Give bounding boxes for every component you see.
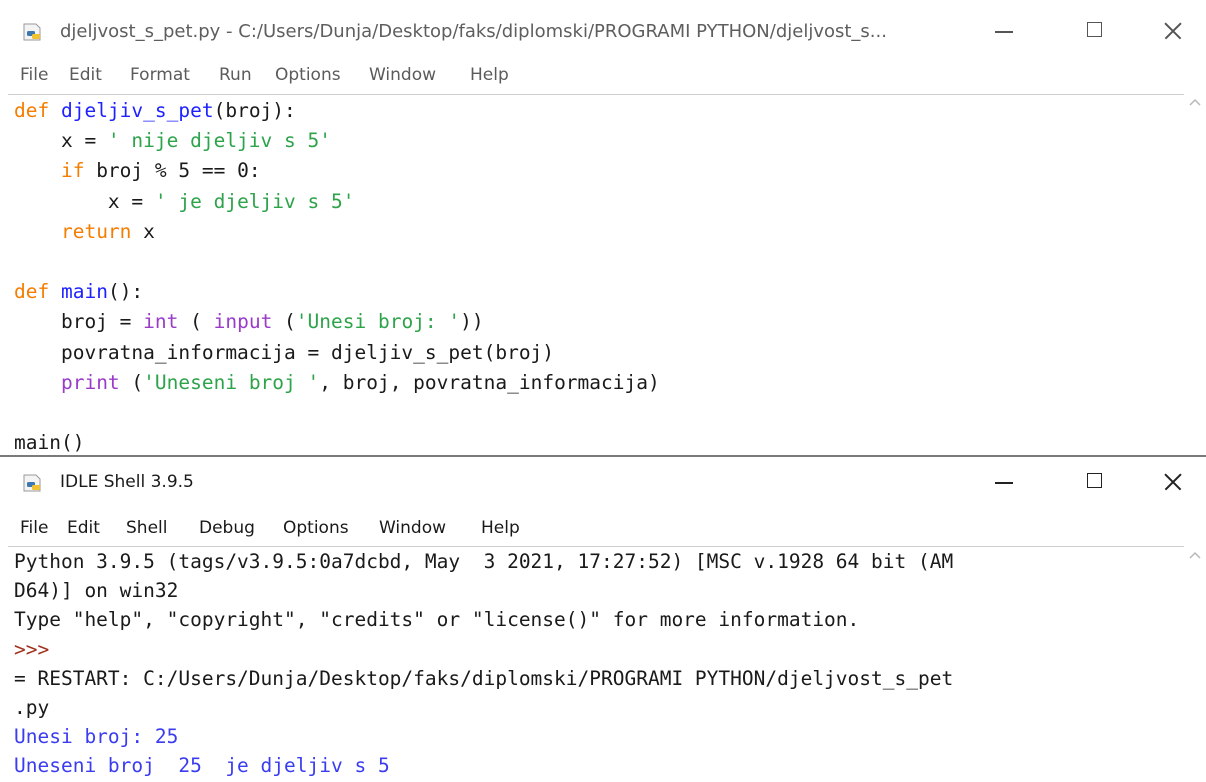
- minimize-button[interactable]: [980, 14, 1030, 48]
- shell-window-title: IDLE Shell 3.9.5: [60, 472, 194, 492]
- scroll-up-arrow-icon[interactable]: [1188, 549, 1202, 561]
- code-line: def djeljiv_s_pet(broj):: [14, 96, 296, 126]
- maximize-button[interactable]: [1070, 465, 1120, 499]
- code-token: povratna_informacija = djeljiv_s_pet(bro…: [14, 340, 555, 364]
- code-token: (: [178, 310, 214, 334]
- code-token: broj =: [14, 310, 144, 334]
- menu-file[interactable]: File: [20, 65, 48, 85]
- code-token: Type "help", "copyright", "credits" or "…: [14, 608, 860, 632]
- menu-help[interactable]: Help: [481, 518, 520, 538]
- code-token-str: ' je djeljiv s 5': [154, 189, 355, 213]
- code-line: broj = int ( input ('Unesi broj: ')): [14, 307, 484, 337]
- code-token-prompt: >>>: [14, 637, 50, 661]
- minimize-icon: [995, 482, 1013, 484]
- code-token: (: [272, 310, 296, 334]
- code-token: .py: [14, 696, 50, 719]
- code-line: x = ' nije djeljiv s 5': [14, 126, 331, 156]
- code-line: main(): [14, 428, 84, 455]
- code-line: if broj % 5 == 0:: [14, 156, 261, 186]
- menu-file[interactable]: File: [20, 518, 48, 538]
- maximize-button[interactable]: [1070, 14, 1120, 48]
- code-token: ():: [107, 280, 144, 304]
- minimize-icon: [995, 31, 1013, 33]
- code-token-fn: main: [60, 280, 108, 304]
- editor-titlebar[interactable]: djeljvost_s_pet.py - C:/Users/Dunja/Desk…: [0, 0, 1206, 62]
- code-token: x: [131, 219, 155, 243]
- code-token-bi: input: [213, 310, 273, 334]
- code-token: )): [460, 310, 484, 334]
- menu-shell[interactable]: Shell: [126, 518, 167, 538]
- menu-options[interactable]: Options: [275, 65, 341, 85]
- menu-options[interactable]: Options: [283, 518, 349, 538]
- editor-menubar: File Edit Format Run Options Window Help: [0, 62, 1206, 90]
- menu-format[interactable]: Format: [130, 65, 190, 85]
- scroll-up-arrow-icon[interactable]: [1188, 96, 1202, 108]
- maximize-icon: [1087, 473, 1102, 488]
- menu-edit[interactable]: Edit: [69, 65, 102, 85]
- code-line: x = ' je djeljiv s 5': [14, 187, 355, 217]
- code-token: x =: [14, 129, 108, 153]
- code-token-kw: return: [60, 219, 132, 243]
- code-token-str: 'Unesi broj: ': [295, 310, 461, 334]
- code-token: , broj, povratna_informacija): [319, 370, 660, 394]
- code-line: return x: [14, 217, 155, 247]
- menu-help[interactable]: Help: [470, 65, 509, 85]
- close-button[interactable]: [1150, 465, 1200, 499]
- minimize-button[interactable]: [980, 465, 1030, 499]
- shell-line: .py: [14, 693, 49, 723]
- code-token-str: 'Uneseni broj ': [143, 370, 320, 394]
- code-token: broj % 5 == 0:: [84, 159, 261, 183]
- shell-output-area[interactable]: Python 3.9.5 (tags/v3.9.5:0a7dcbd, May 3…: [8, 546, 1184, 782]
- code-token-bi: int: [143, 310, 179, 334]
- code-token-str: ' nije djeljiv s 5': [107, 129, 331, 153]
- code-token-kw: def: [14, 280, 50, 304]
- code-token: (broj):: [213, 99, 296, 122]
- code-token-kw: def: [14, 99, 50, 122]
- shell-line: Type "help", "copyright", "credits" or "…: [14, 605, 859, 635]
- shell-menubar: File Edit Shell Debug Options Window Hel…: [0, 515, 1206, 543]
- code-line: def main():: [14, 277, 143, 307]
- code-token: x =: [14, 189, 155, 213]
- shell-line: D64)] on win32: [14, 576, 178, 606]
- shell-window: IDLE Shell 3.9.5 File Edit Shell Debug O…: [0, 455, 1206, 782]
- menu-window[interactable]: Window: [369, 65, 436, 85]
- python-file-icon: [22, 473, 46, 493]
- code-token: Python 3.9.5 (tags/v3.9.5:0a7dcbd, May 3…: [14, 550, 954, 573]
- code-editor-area[interactable]: def djeljiv_s_pet(broj): x = ' nije djel…: [8, 94, 1184, 455]
- code-line: povratna_informacija = djeljiv_s_pet(bro…: [14, 338, 554, 368]
- code-token: main(): [14, 431, 85, 455]
- code-token: (: [119, 370, 144, 394]
- editor-window: djeljvost_s_pet.py - C:/Users/Dunja/Desk…: [0, 0, 1206, 455]
- code-token-out: Uneseni broj 25 je djeljiv s 5: [14, 754, 390, 778]
- code-token-bi: print: [60, 370, 120, 394]
- code-token-kw: if: [60, 159, 85, 183]
- menu-window[interactable]: Window: [379, 518, 446, 538]
- shell-titlebar[interactable]: IDLE Shell 3.9.5: [0, 457, 1206, 507]
- close-button[interactable]: [1150, 14, 1200, 48]
- shell-line: Unesi broj: 25: [14, 722, 178, 752]
- shell-line: Uneseni broj 25 je djeljiv s 5: [14, 751, 390, 781]
- editor-window-title: djeljvost_s_pet.py - C:/Users/Dunja/Desk…: [60, 21, 887, 42]
- shell-line: Python 3.9.5 (tags/v3.9.5:0a7dcbd, May 3…: [14, 547, 953, 577]
- code-token-fn: djeljiv_s_pet: [60, 99, 214, 122]
- code-token-out: Unesi broj: 25: [14, 725, 179, 749]
- menu-run[interactable]: Run: [219, 65, 252, 85]
- maximize-icon: [1087, 22, 1102, 37]
- menu-edit[interactable]: Edit: [67, 518, 100, 538]
- code-token: D64)] on win32: [14, 579, 179, 603]
- python-file-icon: [22, 22, 46, 42]
- code-line: print ('Uneseni broj ', broj, povratna_i…: [14, 368, 660, 398]
- shell-line: >>>: [14, 635, 49, 665]
- menu-debug[interactable]: Debug: [199, 518, 255, 538]
- code-token: = RESTART: C:/Users/Dunja/Desktop/faks/d…: [14, 666, 954, 690]
- shell-line: = RESTART: C:/Users/Dunja/Desktop/faks/d…: [14, 664, 953, 694]
